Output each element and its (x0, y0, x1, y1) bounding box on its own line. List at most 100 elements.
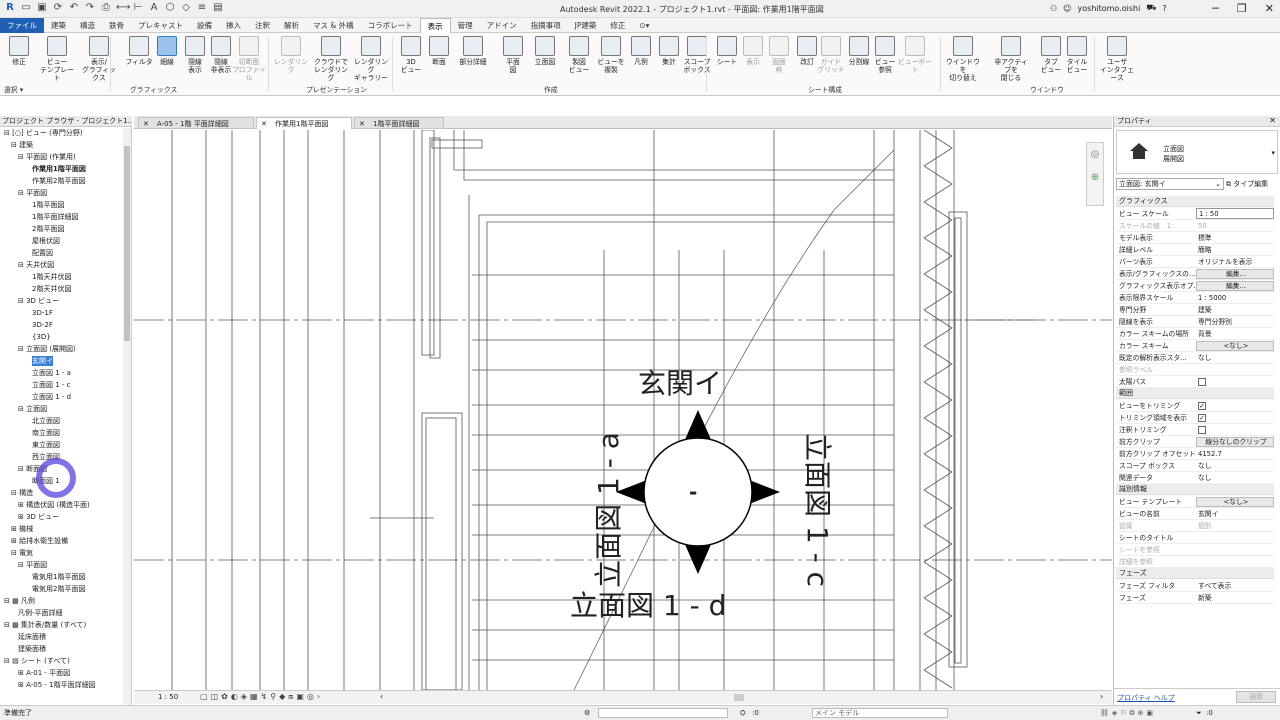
workset-dropdown[interactable] (598, 708, 728, 718)
ribbon-tab[interactable]: 管理 (451, 18, 480, 33)
ribbon-tab[interactable]: 解析 (277, 18, 306, 33)
property-value[interactable]: 1 : 50 (1196, 208, 1274, 219)
tree-item[interactable]: 作業用1階平面図 (32, 164, 86, 174)
property-section[interactable]: フェーズ (1116, 568, 1274, 579)
3d-view-icon[interactable]: ⬡ (164, 2, 176, 14)
undo-icon[interactable]: ↶ (68, 2, 80, 14)
ribbon-button[interactable]: ビューを 複製 (594, 36, 628, 82)
tree-item[interactable]: ⊞ 機械 (11, 524, 33, 534)
tree-item[interactable]: ⊟ [○] ビュー (専門分野) (4, 128, 83, 138)
tree-item[interactable]: ⊟ ▦ 凡例 (4, 596, 35, 606)
ribbon-button[interactable]: クラウドで レンダリング (314, 36, 348, 82)
save-icon[interactable]: ▣ (36, 2, 48, 14)
tree-item[interactable]: ⊟ ▤ シート (すべて) (4, 656, 70, 666)
tree-item[interactable]: 配置図 (32, 248, 53, 258)
properties-close-icon[interactable]: ✕ (1269, 116, 1276, 125)
measure-icon[interactable]: ⟷ (116, 2, 130, 14)
tree-item[interactable]: 3D-1F (32, 308, 53, 318)
tree-item[interactable]: 作業用2階平面図 (32, 176, 85, 186)
ribbon-tab[interactable]: 挿入 (219, 18, 248, 33)
tree-item[interactable]: ⊞ 給排水衛生設備 (11, 536, 68, 546)
redo-icon[interactable]: ↷ (84, 2, 96, 14)
ribbon-tab[interactable]: プレキャスト (131, 18, 190, 33)
ribbon-tab[interactable]: コラボレート (361, 18, 420, 33)
tree-item[interactable]: 立面図 1 - a (32, 368, 71, 378)
ribbon-tab[interactable]: JP建築 (568, 18, 604, 33)
ribbon-button[interactable]: 修正 (2, 36, 36, 82)
scroll-left-icon[interactable]: ‹ (380, 692, 383, 701)
checkbox[interactable] (1198, 378, 1206, 386)
ribbon-tab[interactable]: ファイル (0, 17, 44, 33)
tree-item[interactable]: ⊟ 平面図 (18, 188, 47, 198)
print-icon[interactable]: ⎙ (100, 2, 112, 14)
tree-item[interactable]: ⊟ 平面図 (作業用) (18, 152, 76, 162)
tree-item[interactable]: 凡例-平面詳細 (18, 608, 63, 618)
view-tab[interactable]: 1階平面詳細図 ✕ (354, 117, 444, 129)
close-icon[interactable]: ✕ (143, 118, 149, 130)
navigation-bar[interactable]: ◎ ⊕ (1086, 142, 1104, 206)
edit-type-button[interactable]: ⧉ タイプ編集 (1226, 178, 1278, 190)
dimension-icon[interactable]: ⊢ (132, 2, 144, 14)
tree-item[interactable]: 建築面積 (18, 644, 46, 654)
tree-item[interactable]: 延床面積 (18, 632, 46, 642)
ribbon-tab[interactable]: アドイン (480, 18, 524, 33)
view-control-icons[interactable]: ▢◫✿◐◈▦↯⚲◆⧈▣◎› (200, 692, 323, 702)
tree-item[interactable]: 2階平面図 (32, 224, 64, 234)
tree-item[interactable]: {3D} (32, 332, 51, 342)
thin-lines-icon[interactable]: ≡ (196, 2, 208, 14)
filter-icon[interactable]: ⏷ (1196, 706, 1202, 720)
ribbon-group-label[interactable]: 選択 ▾ (4, 84, 23, 94)
property-value[interactable]: 建築 (1196, 304, 1274, 316)
ribbon-tab[interactable]: 修正 (603, 18, 632, 33)
sync-icon[interactable]: ⟳ (52, 2, 64, 14)
view-scale[interactable]: 1 : 50 (158, 693, 178, 701)
ribbon-tab[interactable]: 鉄骨 (102, 18, 131, 33)
user-icon[interactable]: ☺ (1063, 4, 1071, 13)
close-icon[interactable]: ✕ (261, 118, 267, 130)
checkbox[interactable] (1198, 426, 1206, 434)
ribbon-group-label[interactable]: グラフィックス (130, 84, 177, 94)
property-value[interactable]: なし (1196, 472, 1274, 484)
close-icon[interactable]: ✕ (1265, 2, 1274, 15)
switch-windows-icon[interactable]: ▤ (212, 2, 224, 14)
ribbon-tab[interactable]: 注釈 (248, 18, 277, 33)
elevation-label-left[interactable]: 立面図 1 - a (587, 432, 627, 588)
tree-item[interactable]: 電気用2階平面図 (32, 584, 85, 594)
tree-item[interactable]: ⊟ 3D ビュー (18, 296, 59, 306)
tree-item[interactable]: 東立面図 (32, 440, 60, 450)
ribbon-button[interactable]: 立面図 (528, 36, 562, 82)
ribbon-button[interactable]: 非アクティブを 閉じる (994, 36, 1028, 82)
tree-item[interactable]: 立面図 1 - c (32, 380, 71, 390)
elevation-label-right[interactable]: 立面図 1 - c (799, 433, 839, 587)
elevation-label-top[interactable]: 玄関イ (638, 362, 722, 402)
tree-item[interactable]: ⊞ 構造伏図 (構造平面) (18, 500, 90, 510)
ribbon-group-label[interactable]: シート構成 (808, 84, 842, 94)
checkbox[interactable]: ✓ (1198, 402, 1206, 410)
type-selector[interactable]: 立面図 展開図 ▾ (1116, 130, 1278, 174)
zoom-icon[interactable]: ⊕ (1087, 172, 1103, 183)
property-value[interactable]: 新築 (1196, 592, 1274, 604)
tree-item[interactable]: 屋根伏図 (32, 236, 60, 246)
ribbon-tab[interactable]: 構造 (73, 18, 102, 33)
ribbon-button[interactable]: レンダリング ギャラリー (354, 36, 388, 82)
property-section[interactable]: 識別情報 (1116, 484, 1274, 495)
tree-item[interactable]: ⊟ 平面図 (18, 560, 47, 570)
ribbon-button[interactable]: ウインドウを 切り替え (946, 36, 980, 82)
open-icon[interactable]: ▭ (20, 2, 32, 14)
tree-item[interactable]: 北立面図 (32, 416, 60, 426)
property-value[interactable] (1196, 376, 1274, 388)
tree-item[interactable]: ⊟ 電気 (11, 548, 33, 558)
tree-item[interactable]: ⊟ 構造 (11, 488, 33, 498)
tree-item[interactable]: ⊟ 建築 (11, 140, 33, 150)
tree-item[interactable]: ⊞ A-01 - 平面図 (18, 668, 70, 678)
property-value[interactable]: 玄関イ (1196, 508, 1274, 520)
ribbon-tab[interactable]: 設備 (190, 18, 219, 33)
property-value[interactable]: なし (1196, 352, 1274, 364)
property-value[interactable]: 4152.7 (1196, 448, 1274, 460)
property-value[interactable]: オリジナルを表示 (1196, 256, 1274, 268)
ribbon-tab[interactable]: 建築 (44, 18, 73, 33)
section-icon[interactable]: ◇ (180, 2, 192, 14)
tree-item[interactable]: ⊞ 3D ビュー (18, 512, 59, 522)
cart-icon[interactable]: ⛟ (1146, 3, 1156, 13)
scroll-right-icon[interactable]: › (1100, 692, 1103, 701)
